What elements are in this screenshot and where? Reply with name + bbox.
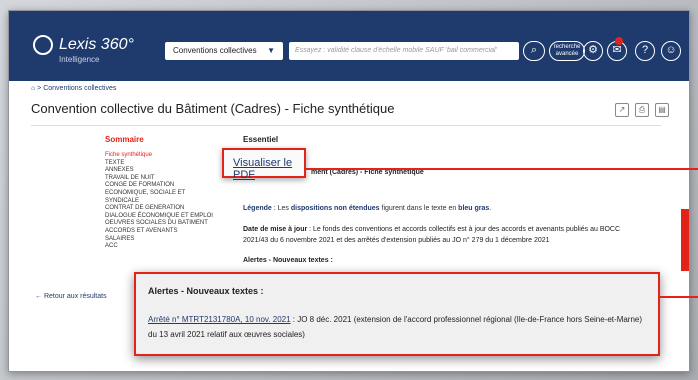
callout-connector	[660, 296, 698, 298]
search-input[interactable]: Essayez : validité clause d'échelle mobi…	[289, 42, 519, 60]
page-title: Convention collective du Bâtiment (Cadre…	[31, 101, 395, 116]
legend-text: : Les	[271, 205, 291, 212]
search-scope-label: Conventions collectives	[173, 46, 257, 55]
advanced-search-button[interactable]: recherche avancée	[549, 41, 585, 61]
divider	[31, 125, 661, 126]
update-label: Date de mise à jour	[243, 226, 308, 233]
settings-icon[interactable]: ⚙	[583, 41, 603, 61]
legend-emphasis: dispositions non étendues	[290, 205, 380, 212]
legend-label: Légende	[243, 205, 272, 212]
view-pdf-link[interactable]: Visualiser le PDF	[233, 157, 304, 181]
back-to-results-link[interactable]: ← Retour aux résultats	[35, 293, 107, 300]
sommaire-item[interactable]: ACC	[105, 243, 215, 251]
back-link-label: Retour aux résultats	[43, 293, 107, 300]
document-title: ment (Cadres) - Fiche synthétique	[311, 169, 424, 176]
sommaire-item[interactable]: TEXTE	[105, 160, 215, 168]
sommaire-item[interactable]: ANNEXES	[105, 167, 215, 175]
section-heading: Essentiel	[243, 135, 279, 144]
share-icon[interactable]: ↗	[615, 103, 629, 117]
breadcrumb[interactable]: ⌂ > Conventions collectives	[31, 85, 116, 92]
search-scope-select[interactable]: Conventions collectives ▼	[165, 42, 283, 60]
title-actions: ↗ ⎙ ▤	[615, 103, 669, 117]
sommaire-item[interactable]: CONGE DE FORMATION ECONOMIQUE, SOCIALE E…	[105, 182, 215, 205]
alerts-callout-heading: Alertes - Nouveaux textes :	[148, 286, 264, 296]
content-area: Essentiel	[243, 135, 673, 144]
notification-badge	[615, 37, 623, 45]
sommaire-item[interactable]: OEUVRES SOCIALES DU BATIMENT	[105, 220, 215, 228]
save-icon[interactable]: ▤	[655, 103, 669, 117]
sommaire-item[interactable]: CONTRAT DE GENERATION	[105, 205, 215, 213]
chevron-down-icon: ▼	[267, 46, 275, 55]
logo-icon	[33, 35, 53, 55]
logo[interactable]: Lexis 360°	[33, 35, 134, 55]
sommaire-item[interactable]: SALAIRES	[105, 236, 215, 244]
sommaire-panel: Sommaire Fiche synthétique TEXTE ANNEXES…	[105, 135, 215, 295]
alerts-callout: Alertes - Nouveaux textes : Arrêté n° MT…	[134, 272, 660, 356]
sommaire-item[interactable]: DIALOGUE ÉCONOMIQUE ET EMPLOI	[105, 213, 215, 221]
logo-text: Lexis 360°	[59, 36, 134, 53]
alerts-heading: Alertes - Nouveaux textes :	[243, 257, 333, 264]
user-icon[interactable]: ☺	[661, 41, 681, 61]
legend-end: .	[489, 205, 492, 212]
sommaire-item[interactable]: TRAVAIL DE NUIT	[105, 175, 215, 183]
search-icon[interactable]: ⌕	[523, 41, 545, 61]
help-icon[interactable]: ?	[635, 41, 655, 61]
sommaire-item[interactable]: Fiche synthétique	[105, 152, 215, 160]
legend-line: Légende : Les dispositions non étendues …	[243, 205, 491, 212]
sommaire-item[interactable]: ACCORDS ET AVENANTS	[105, 228, 215, 236]
sommaire-heading: Sommaire	[105, 135, 144, 144]
update-info: Date de mise à jour : Le fonds des conve…	[243, 224, 643, 246]
logo-subtext: Intelligence	[59, 55, 100, 64]
side-tab[interactable]	[681, 209, 689, 271]
arrete-link[interactable]: Arrêté n° MTRT2131780A, 10 nov. 2021	[148, 315, 291, 324]
alerts-callout-text: Arrêté n° MTRT2131780A, 10 nov. 2021 : J…	[148, 312, 648, 342]
screenshot-frame: Lexis 360° Intelligence Conventions coll…	[0, 0, 698, 380]
legend-emphasis: bleu gras	[458, 205, 490, 212]
callout-connector	[306, 168, 698, 170]
pdf-callout: Visualiser le PDF	[222, 148, 306, 181]
print-icon[interactable]: ⎙	[635, 103, 649, 117]
legend-text: figurent dans le texte en	[379, 205, 459, 212]
